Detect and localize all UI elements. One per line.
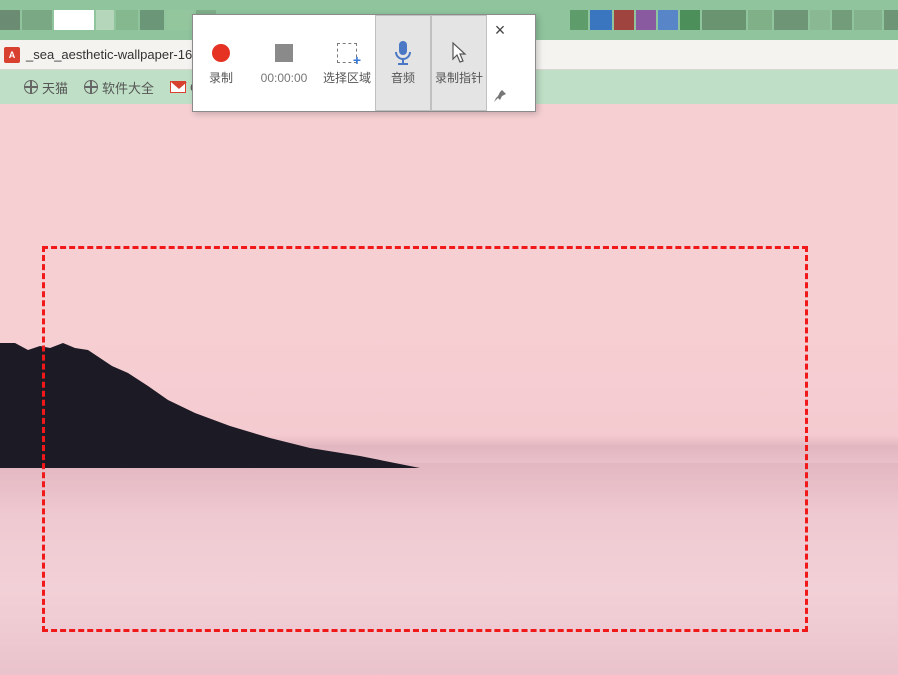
tab-title: _sea_aesthetic-wallpaper-16 xyxy=(26,47,192,62)
timer-display: 00:00:00 xyxy=(261,71,308,85)
select-area-button[interactable]: 选择区域 xyxy=(319,15,375,111)
globe-icon xyxy=(84,80,98,94)
record-button[interactable]: 录制 xyxy=(193,15,249,111)
bookmark-label: 软件大全 xyxy=(102,78,154,97)
stop-icon xyxy=(272,41,296,65)
close-button[interactable]: × xyxy=(495,21,506,39)
select-area-label: 选择区域 xyxy=(323,71,371,85)
bookmark-label: 天猫 xyxy=(42,78,68,97)
pin-icon[interactable] xyxy=(493,89,507,103)
microphone-icon xyxy=(391,41,415,65)
cursor-icon xyxy=(447,41,471,65)
panel-side-controls: × xyxy=(487,15,513,111)
record-icon xyxy=(209,41,233,65)
gmail-icon xyxy=(170,81,186,93)
audio-button[interactable]: 音频 xyxy=(375,15,431,111)
globe-icon xyxy=(24,80,38,94)
select-area-icon xyxy=(335,41,359,65)
audio-label: 音频 xyxy=(391,71,415,85)
record-pointer-button[interactable]: 录制指针 xyxy=(431,15,487,111)
screen-recorder-toolbar[interactable]: 录制 00:00:00 选择区域 音频 xyxy=(192,14,536,112)
record-pointer-label: 录制指针 xyxy=(435,71,483,85)
stop-timer-button[interactable]: 00:00:00 xyxy=(249,15,319,111)
bookmark-software[interactable]: 软件大全 xyxy=(84,78,154,97)
record-label: 录制 xyxy=(209,71,233,85)
bookmark-tianmao[interactable]: 天猫 xyxy=(24,78,68,97)
recording-selection-area[interactable] xyxy=(42,246,808,632)
tab-favicon: A xyxy=(4,47,20,63)
